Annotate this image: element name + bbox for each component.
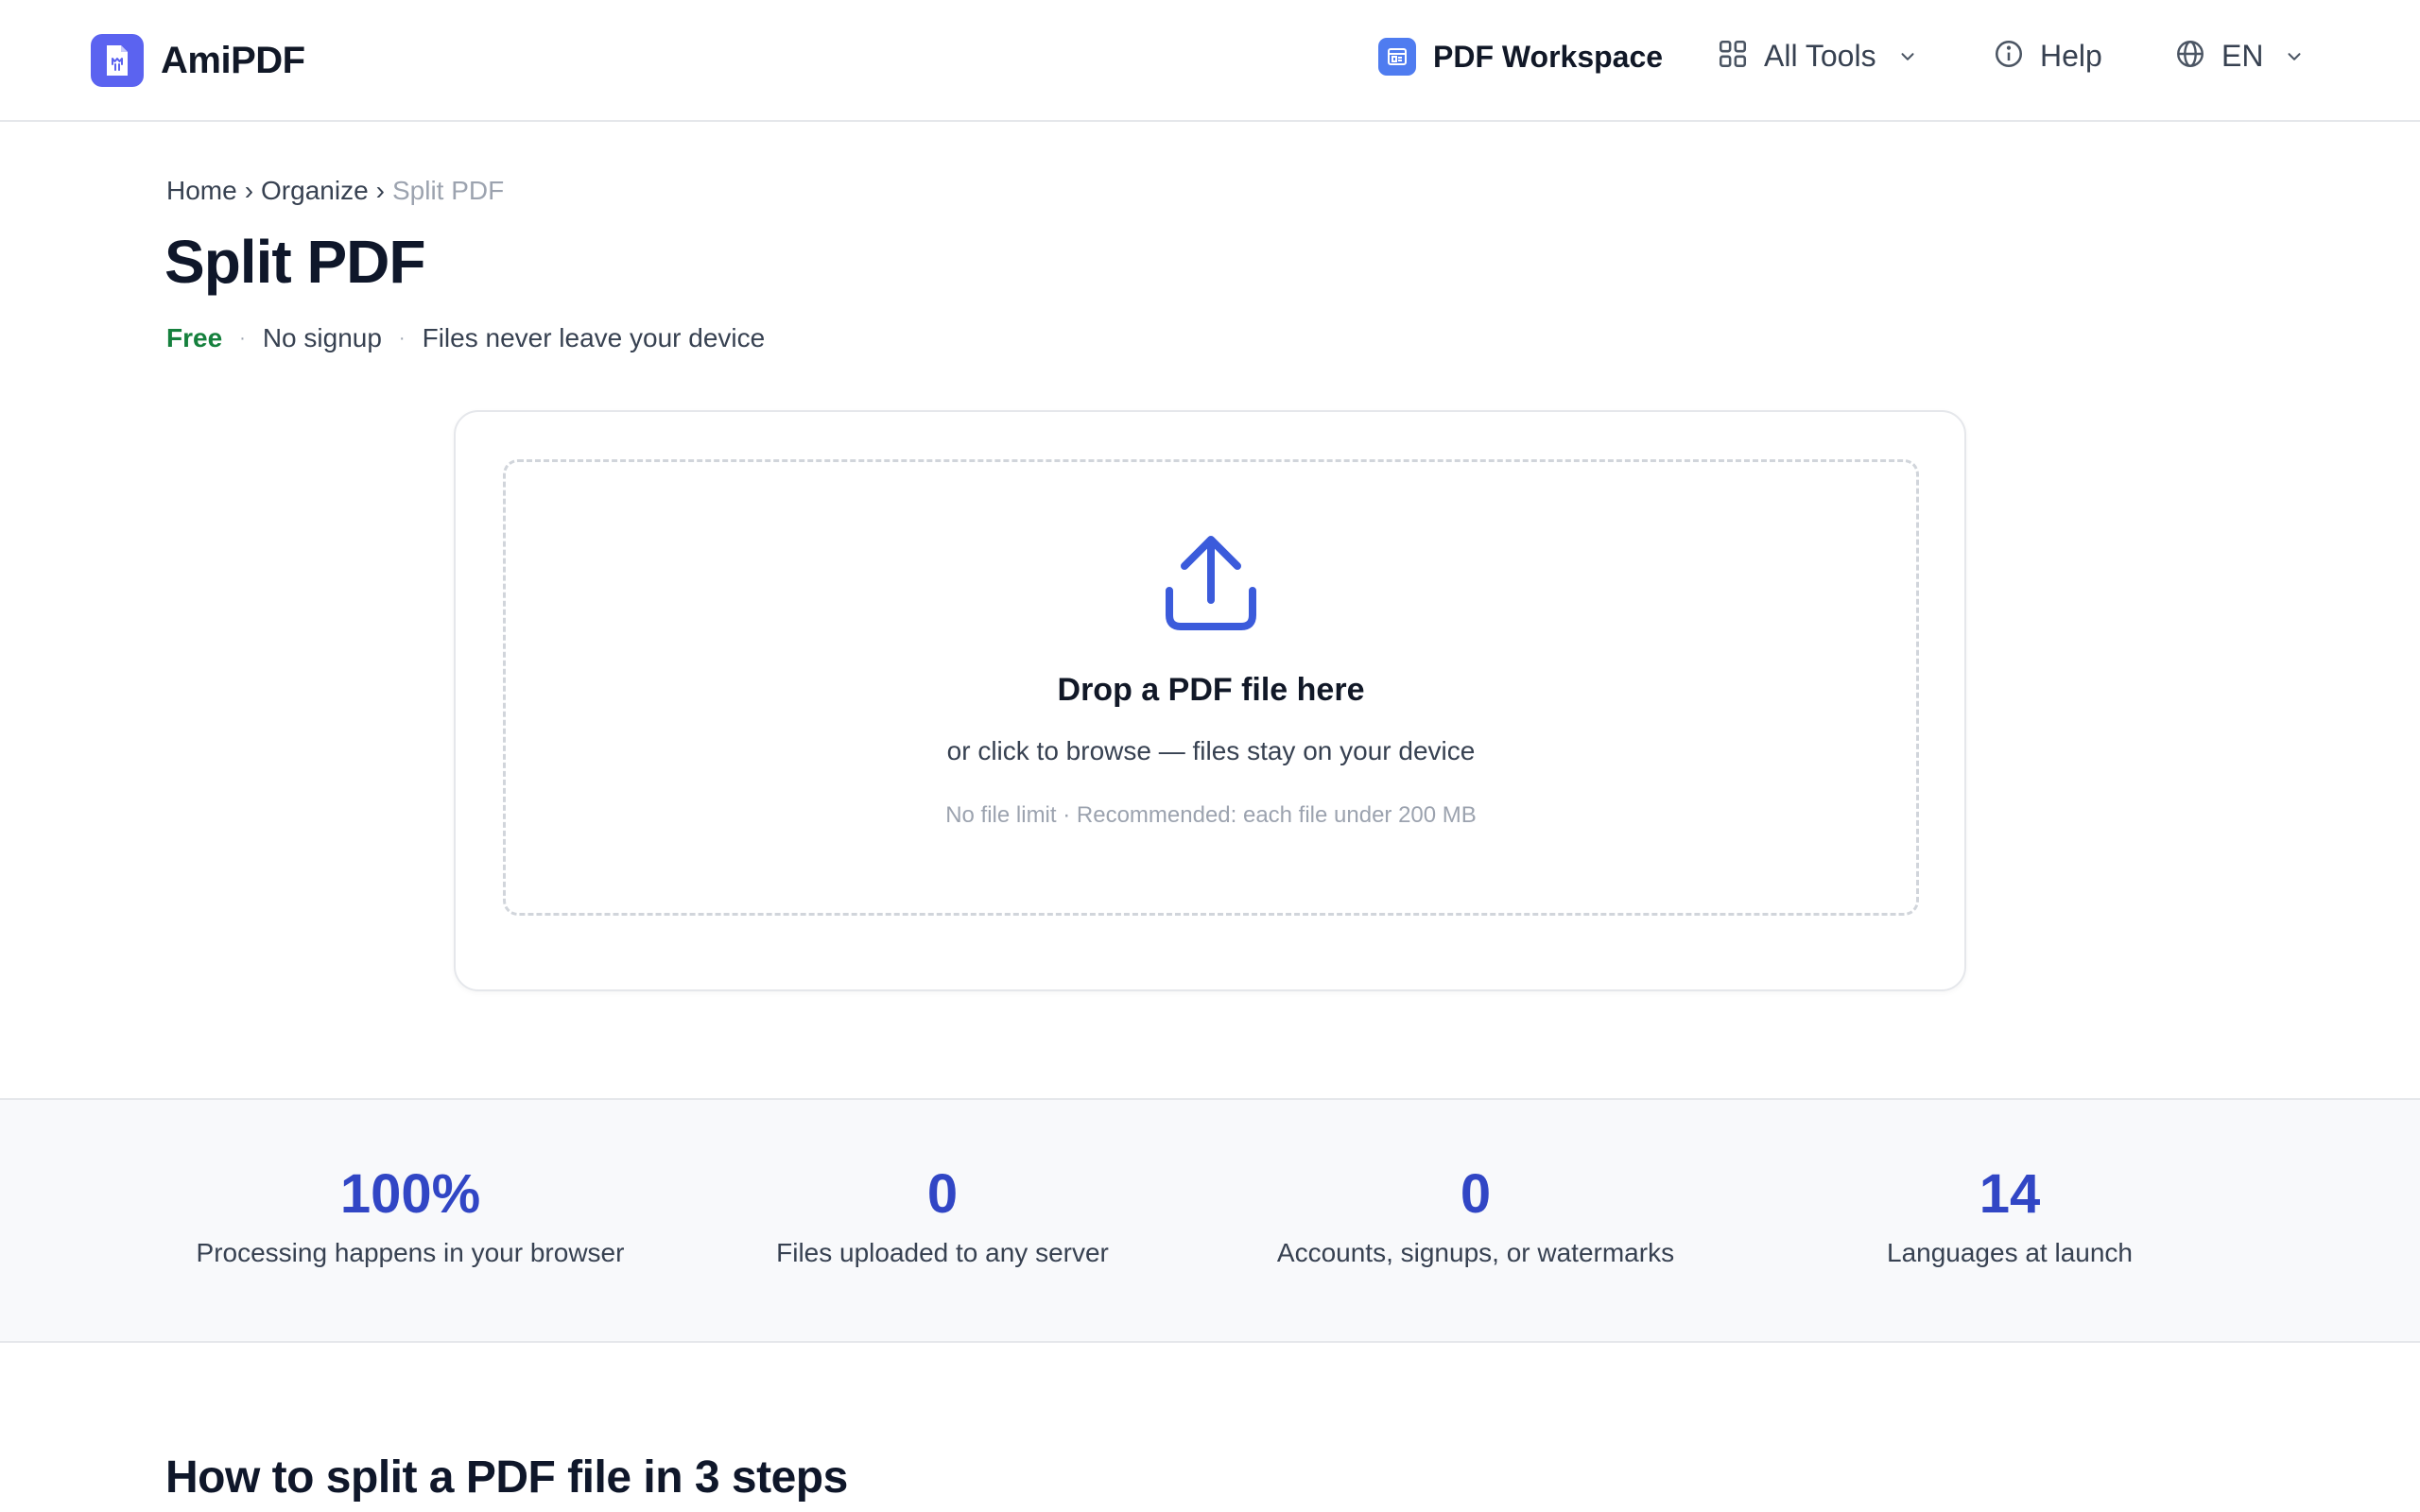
stat-value: 14 — [1979, 1163, 2041, 1225]
upload-icon — [1164, 534, 1258, 637]
stat-item: 0 Accounts, signups, or watermarks — [1230, 1164, 1721, 1268]
breadcrumb-organize[interactable]: Organize — [261, 176, 369, 206]
info-icon — [1993, 38, 2025, 75]
stat-item: 100% Processing happens in your browser — [164, 1164, 656, 1268]
stat-label: Processing happens in your browser — [196, 1237, 625, 1267]
upload-card: Drop a PDF file here or click to browse … — [454, 410, 1966, 991]
breadcrumb-home[interactable]: Home — [166, 176, 237, 206]
stat-label: Languages at launch — [1887, 1237, 2133, 1267]
stat-value: 0 — [926, 1163, 959, 1225]
no-signup-text: No signup — [262, 323, 382, 352]
file-dropzone[interactable]: Drop a PDF file here or click to browse … — [503, 459, 1919, 916]
grid-icon — [1717, 38, 1749, 75]
stat-value: 0 — [1460, 1163, 1492, 1225]
dropzone-title: Drop a PDF file here — [1057, 672, 1365, 708]
brand-name: AmiPDF — [161, 39, 305, 81]
nav-pdf-workspace[interactable]: PDF Workspace — [1378, 38, 1663, 76]
free-badge: Free — [166, 323, 223, 352]
chevron-down-icon — [1897, 46, 1918, 67]
brand-home-link[interactable]: AmiPDF — [91, 34, 305, 87]
dropzone-limit-hint: No file limit · Recommended: each file u… — [945, 802, 1477, 828]
tagline-separator: · — [398, 327, 406, 349]
stat-item: 0 Files uploaded to any server — [697, 1164, 1188, 1268]
stats-band: 100% Processing happens in your browser … — [0, 1098, 2420, 1343]
breadcrumb-current: Split PDF — [391, 176, 505, 205]
amipdf-logo-icon — [91, 34, 144, 87]
language-label: EN — [2221, 39, 2264, 73]
stat-item: 14 Languages at launch — [1764, 1164, 2256, 1268]
workspace-icon — [1378, 38, 1416, 76]
breadcrumb-separator: › — [244, 176, 254, 205]
top-navbar: AmiPDF PDF Workspace All Tools Help EN — [0, 0, 2420, 122]
breadcrumb-separator: › — [375, 176, 385, 205]
steps-heading: How to split a PDF file in 3 steps — [165, 1452, 848, 1503]
tagline: Free · No signup · Files never leave you… — [166, 323, 765, 353]
breadcrumb: Home › Organize › Split PDF — [166, 176, 504, 206]
nav-help-link[interactable]: Help — [1993, 38, 2102, 75]
nav-all-tools-dropdown[interactable]: All Tools — [1717, 38, 1918, 75]
nav-workspace-label: PDF Workspace — [1433, 39, 1664, 74]
stat-value: 100% — [339, 1163, 481, 1225]
chevron-down-icon — [2284, 46, 2305, 67]
globe-icon — [2174, 38, 2206, 75]
dropzone-subtitle: or click to browse — files stay on your … — [946, 736, 1476, 765]
nav-help-label: Help — [2040, 39, 2102, 73]
nav-tools-label: All Tools — [1764, 39, 1876, 73]
privacy-text: Files never leave your device — [422, 323, 766, 352]
language-selector[interactable]: EN — [2174, 38, 2305, 75]
page-title: Split PDF — [164, 228, 425, 296]
stat-label: Accounts, signups, or watermarks — [1276, 1237, 1675, 1267]
tagline-separator: · — [239, 327, 246, 349]
stat-label: Files uploaded to any server — [776, 1237, 1109, 1267]
